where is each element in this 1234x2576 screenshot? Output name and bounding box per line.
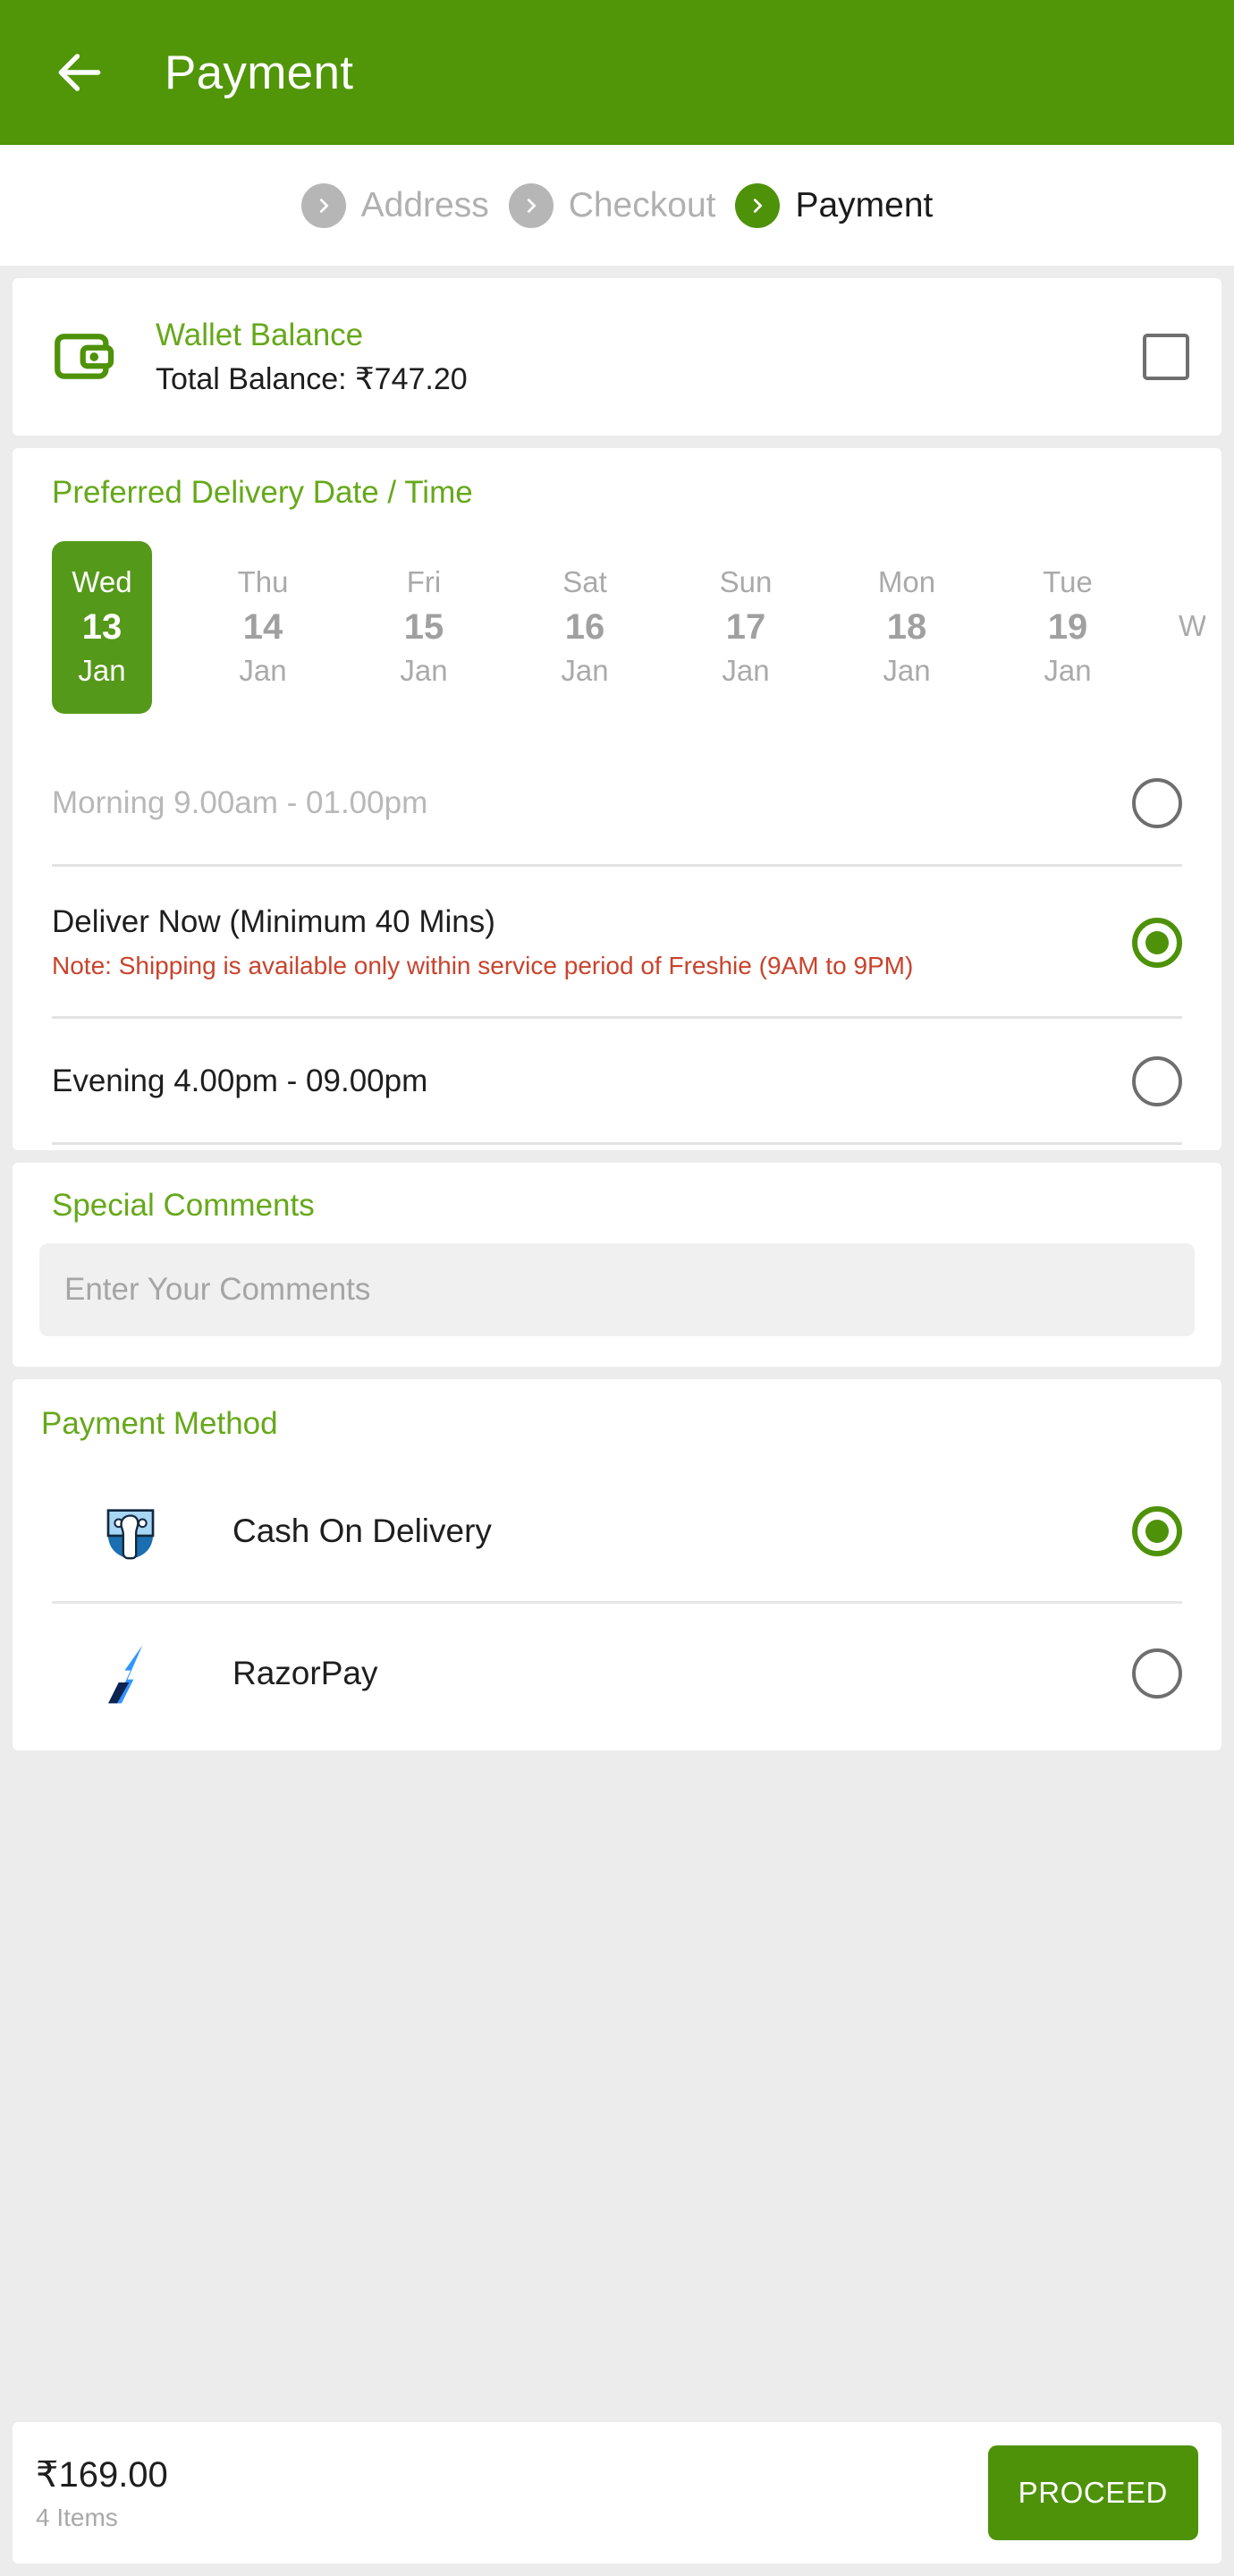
date-scroller[interactable]: Wed 13 Jan Thu 14 Jan Fri 15 Jan Sat 16 … <box>13 520 1221 735</box>
wallet-use-checkbox[interactable] <box>1143 334 1189 380</box>
date-dow: Wed <box>72 565 132 598</box>
delivery-datetime-card: Preferred Delivery Date / Time Wed 13 Ja… <box>13 448 1221 1151</box>
date-tile-partial[interactable]: W <box>1179 541 1205 714</box>
wallet-row[interactable]: Wallet Balance Total Balance: ₹747.20 <box>13 278 1221 436</box>
payment-method-list: Cash On Delivery RazorPay <box>13 1462 1221 1743</box>
date-month: Jan <box>239 653 287 687</box>
date-month: Jan <box>400 653 448 687</box>
payment-screen: Payment Address Checkout Payment Wallet … <box>0 0 1234 2576</box>
order-total: ₹169.00 <box>36 2455 168 2495</box>
payment-method-title: Payment Method <box>41 1406 278 1442</box>
breadcrumb-step-payment[interactable]: Payment <box>735 182 934 228</box>
date-day: 17 <box>725 606 766 647</box>
date-month: Jan <box>1044 653 1092 687</box>
date-dow-partial: W <box>1179 609 1205 643</box>
page-background-filler <box>0 1750 1234 2422</box>
delivery-slot-deliver-now[interactable]: Deliver Now (Minimum 40 Mins) Note: Ship… <box>52 867 1182 1020</box>
date-day: 13 <box>81 606 123 647</box>
breadcrumb-step-checkout[interactable]: Checkout <box>508 182 716 228</box>
page-title: Payment <box>165 46 354 99</box>
payment-radio-cash-on-delivery[interactable] <box>1132 1506 1182 1557</box>
date-day: 14 <box>242 606 283 647</box>
razorpay-icon <box>93 1636 168 1711</box>
delivery-slot-morning[interactable]: Morning 9.00am - 01.00pm <box>52 741 1182 868</box>
payment-radio-razorpay[interactable] <box>1132 1648 1182 1699</box>
date-tile[interactable]: Fri 15 Jan <box>374 541 474 714</box>
date-day: 18 <box>886 606 927 647</box>
special-comments-card: Special Comments <box>13 1163 1221 1368</box>
special-comments-input[interactable] <box>39 1243 1195 1337</box>
special-comments-title: Special Comments <box>52 1188 315 1224</box>
wallet-icon <box>52 324 118 390</box>
payment-option-razorpay[interactable]: RazorPay <box>52 1601 1182 1743</box>
date-dow: Sat <box>562 565 607 598</box>
date-tile[interactable]: Mon 18 Jan <box>857 541 957 714</box>
date-day: 19 <box>1047 606 1088 647</box>
delivery-slot-evening[interactable]: Evening 4.00pm - 09.00pm <box>52 1019 1182 1146</box>
date-dow: Sun <box>719 565 773 598</box>
payment-option-label: RazorPay <box>232 1655 378 1692</box>
slot-text-group: Deliver Now (Minimum 40 Mins) Note: Ship… <box>52 904 1132 980</box>
chevron-right-icon <box>735 182 781 228</box>
date-dow: Tue <box>1043 565 1093 598</box>
slot-text-group: Evening 4.00pm - 09.00pm <box>52 1063 1132 1099</box>
date-tile[interactable]: Tue 19 Jan <box>1018 541 1118 714</box>
date-day: 16 <box>564 606 605 647</box>
payment-option-label: Cash On Delivery <box>232 1513 492 1550</box>
slot-text-group: Morning 9.00am - 01.00pm <box>52 785 1132 821</box>
date-day: 15 <box>403 606 444 647</box>
chevron-right-icon <box>300 182 346 228</box>
delivery-slot-list: Morning 9.00am - 01.00pm Deliver Now (Mi… <box>13 735 1221 1146</box>
app-bar: Payment <box>0 0 1234 145</box>
slot-label: Deliver Now (Minimum 40 Mins) <box>52 904 495 940</box>
date-month: Jan <box>722 653 770 687</box>
date-tile[interactable]: Thu 14 Jan <box>213 541 313 714</box>
cash-on-delivery-icon <box>93 1494 168 1569</box>
breadcrumb-label-address: Address <box>360 185 489 225</box>
summary-text-group: ₹169.00 4 Items <box>36 2453 988 2532</box>
date-tile[interactable]: Wed 13 Jan <box>52 541 152 715</box>
arrow-left-icon <box>58 54 101 91</box>
date-tile[interactable]: Sun 17 Jan <box>696 541 796 714</box>
date-dow: Thu <box>237 565 289 598</box>
breadcrumb-label-payment: Payment <box>795 185 934 225</box>
slot-radio-deliver-now[interactable] <box>1132 917 1182 968</box>
back-button[interactable] <box>45 38 114 107</box>
delivery-header: Preferred Delivery Date / Time <box>13 475 1221 520</box>
breadcrumb-label-checkout: Checkout <box>568 185 716 225</box>
date-month: Jan <box>78 653 126 687</box>
date-dow: Fri <box>406 565 442 598</box>
slot-radio-evening[interactable] <box>1132 1056 1182 1107</box>
slot-label: Morning 9.00am - 01.00pm <box>52 785 428 821</box>
payment-method-card: Payment Method Cash On Delivery RazorPay <box>13 1379 1221 1751</box>
date-tile[interactable]: Sat 16 Jan <box>535 541 635 714</box>
wallet-text-group: Wallet Balance Total Balance: ₹747.20 <box>156 318 1143 397</box>
date-dow: Mon <box>877 565 936 598</box>
wallet-balance-card: Wallet Balance Total Balance: ₹747.20 <box>13 278 1221 436</box>
delivery-section-title: Preferred Delivery Date / Time <box>52 475 473 510</box>
wallet-title: Wallet Balance <box>156 317 364 352</box>
chevron-right-icon <box>508 182 554 228</box>
proceed-button[interactable]: PROCEED <box>987 2445 1198 2540</box>
checkout-summary-bar: ₹169.00 4 Items PROCEED <box>13 2422 1221 2563</box>
slot-note: Note: Shipping is available only within … <box>52 952 914 980</box>
slot-radio-morning[interactable] <box>1132 778 1182 829</box>
wallet-total-balance: Total Balance: ₹747.20 <box>156 361 468 396</box>
payment-option-cash-on-delivery[interactable]: Cash On Delivery <box>52 1462 1182 1601</box>
date-month: Jan <box>883 653 931 687</box>
date-month: Jan <box>561 653 609 687</box>
slot-label: Evening 4.00pm - 09.00pm <box>52 1063 428 1099</box>
breadcrumb: Address Checkout Payment <box>0 145 1234 266</box>
breadcrumb-step-address[interactable]: Address <box>300 182 489 228</box>
order-item-count: 4 Items <box>36 2504 118 2531</box>
